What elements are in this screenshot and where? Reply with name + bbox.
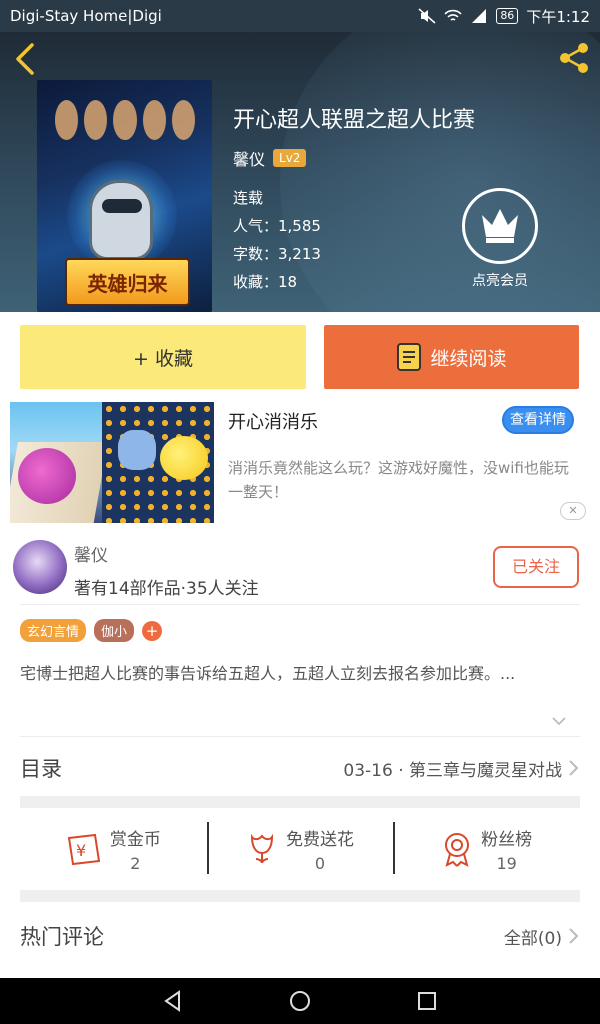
word-count: 字数：3,213 — [233, 245, 321, 263]
ad-title: 开心消消乐 — [228, 412, 318, 433]
reward-fans[interactable]: 粉丝榜 19 — [393, 818, 580, 880]
follow-button[interactable]: 已关注 — [493, 546, 579, 588]
wifi-icon — [444, 9, 462, 21]
ad-close-icon[interactable]: ✕ — [560, 502, 586, 520]
reward-bar: ¥ 赏金币 2 免费送花 0 粉丝榜 19 — [20, 818, 580, 880]
cover-characters — [55, 100, 196, 140]
hot-comments-label: 热门评论 — [20, 925, 104, 949]
add-tag-icon[interactable]: + — [142, 620, 163, 641]
hot-comments-row[interactable]: 热门评论 全部(0) — [20, 914, 580, 958]
nav-back-icon[interactable] — [161, 989, 185, 1013]
chevron-right-icon — [569, 928, 579, 944]
avatar[interactable] — [13, 540, 67, 594]
mute-icon — [418, 8, 436, 24]
all-comments-link[interactable]: 全部(0) — [504, 924, 562, 949]
author-card-name: 馨仪 — [74, 546, 108, 566]
reward-flowers[interactable]: 免费送花 0 — [206, 818, 394, 880]
reward-value: 19 — [496, 854, 517, 873]
svg-text:¥: ¥ — [76, 841, 86, 860]
ad-detail-button[interactable]: 查看详情 — [502, 406, 574, 434]
reward-value: 0 — [314, 854, 326, 873]
author-name[interactable]: 馨仪 — [233, 146, 265, 170]
cover-robot — [89, 180, 153, 260]
flower-icon — [250, 833, 274, 864]
reward-coins[interactable]: ¥ 赏金币 2 — [20, 818, 207, 880]
ad-banner[interactable]: 开心消消乐 查看详情 消消乐竟然能这么玩？这游戏好魔性，没wifi也能玩一整天！… — [0, 402, 600, 526]
chevron-down-icon[interactable] — [550, 712, 568, 730]
popularity: 人气：1,585 — [233, 217, 321, 235]
all-comments-wrap: 全部(0) — [504, 924, 580, 949]
chevron-right-icon — [569, 760, 579, 776]
book-icon — [397, 343, 422, 371]
signal-icon — [472, 9, 487, 23]
collect-button[interactable]: + 收藏 — [20, 325, 306, 389]
toc-latest-wrap: 03-16 · 第三章与魔灵星对战 — [343, 756, 580, 781]
vip-button[interactable]: 点亮会员 — [462, 188, 538, 290]
coin-icon: ¥ — [67, 833, 100, 866]
tag-genre[interactable]: 玄幻言情 — [20, 619, 87, 642]
status-app-label: Digi-Stay Home|Digi — [10, 7, 162, 25]
reward-fans-text: 粉丝榜 19 — [481, 825, 532, 873]
tag-list: 玄幻言情 伽小 + — [20, 619, 163, 642]
system-nav-bar — [0, 978, 600, 1024]
tag-secondary[interactable]: 伽小 — [94, 619, 135, 642]
author-card-info: 著有14部作品·35人关注 — [74, 579, 259, 599]
reward-value: 2 — [130, 854, 141, 873]
ad-chick — [160, 436, 208, 480]
ad-bird — [18, 448, 76, 504]
book-cover[interactable]: 英雄归来 — [37, 80, 212, 312]
book-title: 开心超人联盟之超人比赛 — [233, 108, 476, 133]
reward-flowers-text: 免费送花 0 — [286, 825, 354, 873]
book-stats: 连载 人气：1,585 字数：3,213 收藏：18 — [233, 184, 321, 296]
share-icon[interactable] — [556, 40, 592, 76]
nav-home-icon[interactable] — [288, 989, 312, 1013]
ad-description: 消消乐竟然能这么玩？这游戏好魔性，没wifi也能玩一整天！ — [228, 459, 569, 501]
reward-label: 免费送花 — [286, 830, 354, 850]
divider — [20, 604, 580, 605]
cover-title: 英雄归来 — [65, 258, 190, 306]
toc-latest-chapter: 03-16 · 第三章与魔灵星对战 — [343, 760, 562, 781]
status-bar: Digi-Stay Home|Digi 86 下午1:12 — [0, 0, 600, 32]
back-arrow-icon[interactable] — [10, 42, 40, 76]
toc-label: 目录 — [20, 757, 62, 781]
book-header: 英雄归来 开心超人联盟之超人比赛 馨仪 Lv2 连载 人气：1,585 字数：3… — [0, 32, 600, 312]
level-badge: Lv2 — [273, 149, 307, 167]
continue-reading-label: 继续阅读 — [430, 347, 507, 370]
nav-recents-icon[interactable] — [415, 989, 439, 1013]
status-icons: 86 下午1:12 — [418, 6, 590, 27]
continue-reading-button[interactable]: 继续阅读 — [324, 325, 579, 389]
status-time: 下午1:12 — [526, 7, 590, 26]
synopsis[interactable]: 宅博士把超人比赛的事告诉给五超人，五超人立刻去报名参加比赛。... — [20, 662, 580, 686]
battery-level: 86 — [496, 8, 519, 24]
ad-image[interactable] — [10, 402, 214, 523]
author-card[interactable]: 馨仪 著有14部作品·35人关注 已关注 — [0, 536, 600, 606]
table-of-contents-row[interactable]: 目录 03-16 · 第三章与魔灵星对战 — [20, 742, 580, 794]
reward-coins-text: 赏金币 2 — [110, 825, 161, 873]
medal-icon — [445, 833, 470, 867]
divider — [20, 736, 580, 737]
vip-label: 点亮会员 — [472, 273, 528, 289]
author-row: 馨仪 Lv2 — [233, 146, 307, 170]
reward-label: 粉丝榜 — [481, 830, 533, 850]
section-separator — [20, 796, 580, 808]
favorites-count: 收藏：18 — [233, 273, 298, 291]
section-separator — [20, 890, 580, 902]
reward-label: 赏金币 — [109, 830, 161, 850]
serial-status: 连载 — [233, 189, 264, 207]
ad-owl — [118, 430, 156, 470]
crown-icon — [462, 188, 538, 264]
